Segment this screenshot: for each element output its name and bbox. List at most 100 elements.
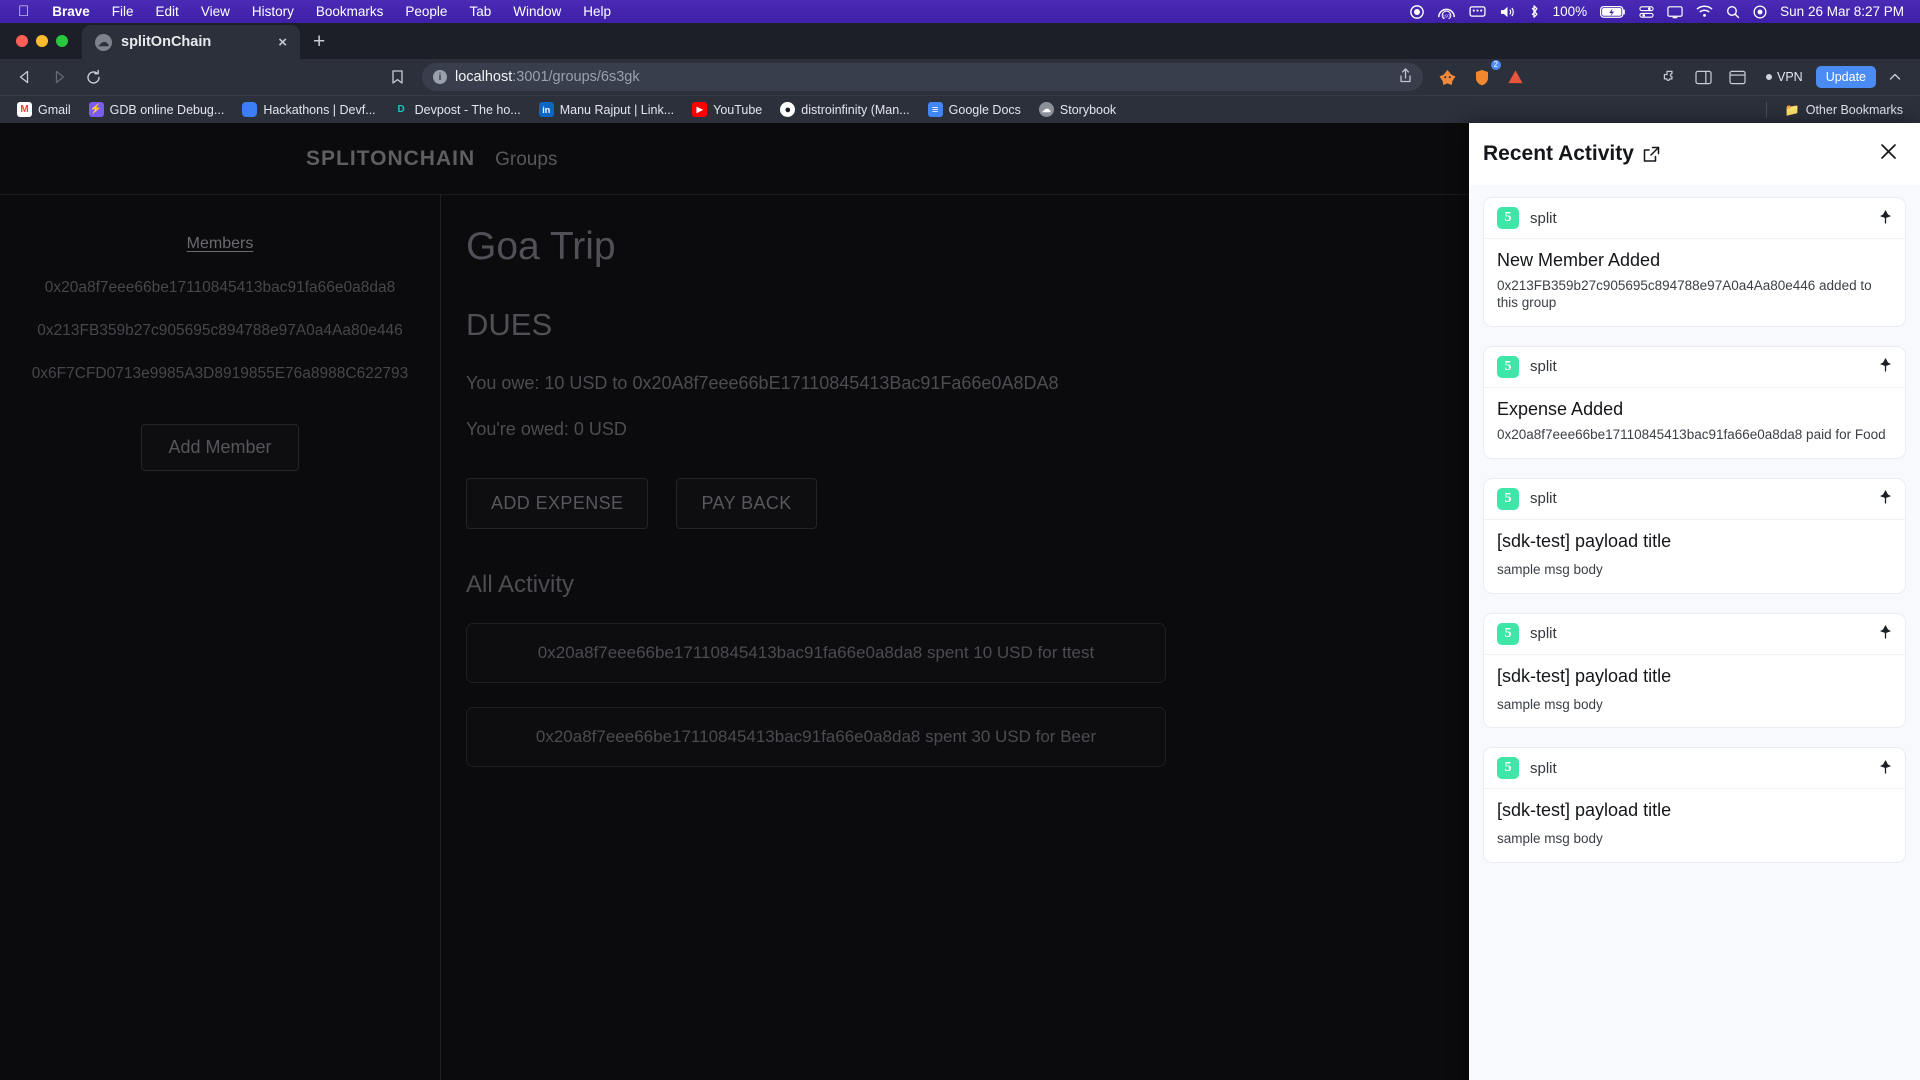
menu-help[interactable]: Help	[572, 4, 622, 19]
close-window-button[interactable]	[16, 35, 28, 47]
forward-button[interactable]	[44, 63, 74, 91]
bookmark-icon[interactable]	[382, 63, 412, 91]
member-address[interactable]: 0x6F7CFD0713e9985A3D8919855E76a8988C6227…	[32, 365, 409, 383]
bookmark-label: Gmail	[38, 102, 71, 117]
globe-icon: ☁	[95, 33, 112, 51]
menu-bookmarks[interactable]: Bookmarks	[305, 4, 395, 19]
activity-card[interactable]: 5 split New Member Added 0x213FB359b27c9…	[1483, 197, 1906, 327]
new-tab-button[interactable]: +	[300, 25, 338, 59]
activity-list-item[interactable]: 0x20a8f7eee66be17110845413bac91fa66e0a8d…	[466, 707, 1166, 767]
split-app-icon: 5	[1497, 757, 1519, 780]
activity-list-item[interactable]: 0x20a8f7eee66be17110845413bac91fa66e0a8d…	[466, 623, 1166, 683]
siri-icon[interactable]	[1753, 4, 1767, 19]
pin-icon[interactable]	[1879, 209, 1892, 228]
nav-link-groups[interactable]: Groups	[495, 149, 557, 171]
devfolio-icon	[242, 102, 258, 117]
menu-history[interactable]: History	[241, 4, 305, 19]
split-app-icon: 5	[1497, 355, 1519, 378]
gdb-icon: ⚡	[88, 102, 104, 117]
volume-icon[interactable]	[1499, 5, 1516, 19]
member-address[interactable]: 0x213FB359b27c905695c894788e97A0a4Aa80e4…	[37, 322, 402, 340]
bookmark-devpost[interactable]: D Devpost - The ho...	[386, 99, 529, 120]
bluetooth-icon[interactable]	[1529, 4, 1540, 19]
bookmark-label: GDB online Debug...	[109, 102, 225, 117]
record-icon[interactable]	[1409, 4, 1424, 19]
github-icon: ●	[780, 102, 796, 117]
bookmark-gdb-online-debug[interactable]: ⚡ GDB online Debug...	[81, 99, 233, 120]
search-icon[interactable]	[1726, 5, 1740, 19]
battery-charging-icon[interactable]	[1600, 5, 1626, 19]
menu-tab[interactable]: Tab	[458, 4, 502, 19]
sidebar-toggle-icon[interactable]	[1689, 63, 1719, 91]
activity-card-body: [sdk-test] payload title sample msg body	[1484, 520, 1905, 593]
control-center-icon[interactable]	[1639, 5, 1654, 19]
external-link-icon[interactable]	[1643, 146, 1660, 163]
brave-wallet-icon[interactable]	[1501, 63, 1531, 91]
reload-button[interactable]	[78, 63, 108, 91]
menu-window[interactable]: Window	[502, 4, 572, 19]
window-traffic-lights	[12, 23, 82, 59]
pin-icon[interactable]	[1879, 357, 1892, 376]
display-icon[interactable]	[1667, 5, 1683, 19]
member-address[interactable]: 0x20a8f7eee66be17110845413bac91fa66e0a8d…	[45, 279, 396, 297]
brand-block: SPLITONCHAIN Groups	[306, 147, 557, 171]
pin-icon[interactable]	[1879, 624, 1892, 643]
bookmark-linkedin[interactable]: in Manu Rajput | Link...	[531, 99, 682, 120]
activity-card-title: Expense Added	[1497, 398, 1624, 419]
browser-tab-splitonchain[interactable]: ☁ splitOnChain ×	[82, 25, 300, 59]
bookmark-gmail[interactable]: M Gmail	[9, 99, 79, 120]
share-icon[interactable]	[1399, 68, 1412, 86]
other-bookmarks-folder[interactable]: 📁 Other Bookmarks	[1777, 99, 1911, 120]
bookmark-storybook[interactable]: ☁ Storybook	[1031, 99, 1124, 120]
close-panel-button[interactable]	[1879, 142, 1898, 166]
members-sidebar: Members 0x20a8f7eee66be17110845413bac91f…	[0, 195, 441, 1080]
apple-logo-icon[interactable]: 	[18, 4, 29, 19]
leo-ai-icon[interactable]	[1433, 63, 1463, 91]
vpn-button[interactable]: VPN	[1757, 65, 1812, 89]
menu-bar-clock[interactable]: Sun 26 Mar 8:27 PM	[1780, 4, 1904, 19]
speedometer-icon[interactable]: 197	[1437, 4, 1456, 19]
tab-search-icon[interactable]	[1723, 63, 1753, 91]
recent-activity-panel: Recent Activity 5 split New Member Added	[1469, 123, 1920, 1080]
activity-card[interactable]: 5 split [sdk-test] payload title sample …	[1483, 477, 1906, 594]
back-button[interactable]	[10, 63, 40, 91]
app-logo[interactable]: SPLITONCHAIN	[306, 147, 475, 171]
chevron-up-icon[interactable]	[1880, 63, 1910, 91]
bookmark-youtube[interactable]: ▶ YouTube	[684, 99, 770, 120]
update-button[interactable]: Update	[1815, 66, 1876, 88]
add-member-button[interactable]: Add Member	[141, 424, 299, 471]
recent-activity-title: Recent Activity	[1483, 142, 1634, 165]
activity-card[interactable]: 5 split Expense Added 0x20a8f7eee66be171…	[1483, 345, 1906, 459]
brave-shields-icon[interactable]: 2	[1467, 60, 1501, 91]
maximize-window-button[interactable]	[56, 35, 68, 47]
menu-brave[interactable]: Brave	[41, 4, 101, 19]
recent-activity-list[interactable]: 5 split New Member Added 0x213FB359b27c9…	[1469, 185, 1920, 1080]
activity-card[interactable]: 5 split [sdk-test] payload title sample …	[1483, 747, 1906, 864]
wifi-icon[interactable]	[1696, 5, 1713, 18]
bookmark-github-distroinfinity[interactable]: ● distroinfinity (Man...	[772, 99, 917, 120]
pin-icon[interactable]	[1879, 759, 1892, 778]
site-info-icon[interactable]: i	[433, 70, 447, 84]
bookmark-hackathons-devfolio[interactable]: Hackathons | Devf...	[234, 99, 383, 120]
gmail-icon: M	[17, 102, 32, 117]
address-bar[interactable]: i localhost:3001/groups/6s3gk	[422, 63, 1423, 91]
url-text: localhost:3001/groups/6s3gk	[455, 69, 640, 85]
keyboard-icon[interactable]	[1469, 5, 1486, 18]
pay-back-button[interactable]: PAY BACK	[676, 478, 817, 529]
extensions-icon[interactable]	[1655, 63, 1685, 91]
activity-card-body: [sdk-test] payload title sample msg body	[1484, 789, 1905, 862]
close-icon[interactable]: ×	[275, 34, 290, 51]
menu-file[interactable]: File	[101, 4, 145, 19]
minimize-window-button[interactable]	[36, 35, 48, 47]
vpn-status-dot	[1765, 74, 1772, 80]
split-app-icon: 5	[1497, 207, 1519, 229]
bookmark-label: Devpost - The ho...	[414, 102, 521, 117]
activity-card[interactable]: 5 split [sdk-test] payload title sample …	[1483, 612, 1906, 729]
split-app-icon: 5	[1497, 487, 1519, 510]
menu-view[interactable]: View	[190, 4, 241, 19]
bookmark-google-docs[interactable]: ≡ Google Docs	[920, 99, 1029, 120]
add-expense-button[interactable]: ADD EXPENSE	[466, 478, 649, 529]
menu-people[interactable]: People	[394, 4, 458, 19]
pin-icon[interactable]	[1879, 489, 1892, 508]
menu-edit[interactable]: Edit	[145, 4, 190, 19]
